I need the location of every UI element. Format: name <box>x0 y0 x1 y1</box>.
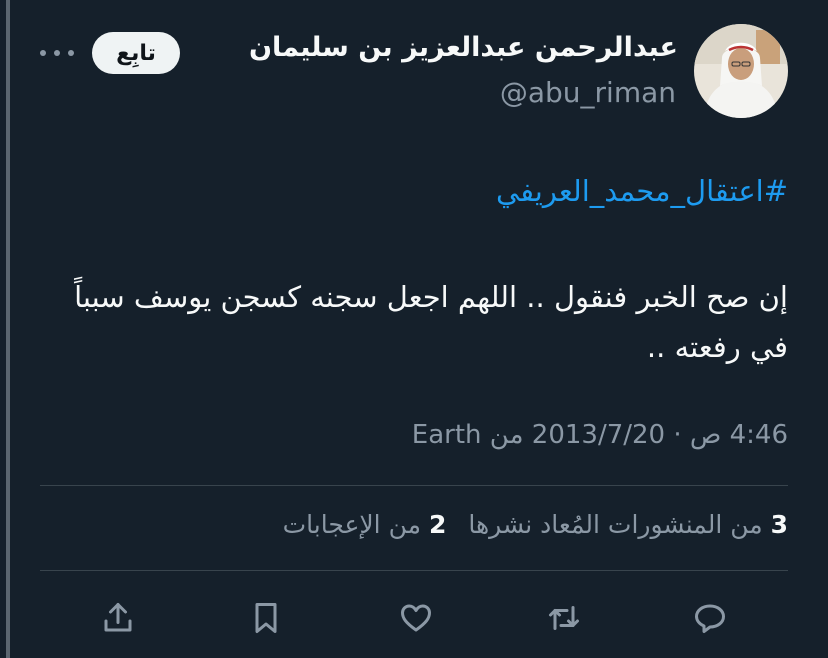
reposts-label: من المنشورات المُعاد نشرها <box>468 510 763 539</box>
heart-icon[interactable] <box>396 598 436 638</box>
likes-stat[interactable]: 2 من الإعجابات <box>283 510 447 539</box>
likes-count: 2 <box>428 510 447 539</box>
share-icon[interactable] <box>98 598 138 638</box>
hashtag-link[interactable]: #اعتقال_محمد_العريفي <box>496 174 788 208</box>
dot <box>68 50 74 56</box>
divider <box>40 570 788 571</box>
bookmark-icon[interactable] <box>246 598 286 638</box>
avatar[interactable] <box>694 24 788 118</box>
more-dots-icon[interactable] <box>40 38 74 68</box>
divider <box>40 485 788 486</box>
reposts-stat[interactable]: 3 من المنشورات المُعاد نشرها <box>468 510 788 539</box>
reply-icon[interactable] <box>690 598 730 638</box>
tweet-view: عبدالرحمن عبدالعزيز بن سليمان @abu_riman… <box>0 0 828 658</box>
profile-photo <box>694 24 788 118</box>
action-bar <box>0 592 828 642</box>
repost-icon[interactable] <box>544 598 584 638</box>
tweet-text: إن صح الخبر فنقول .. اللهم اجعل سجنه كسج… <box>74 280 788 364</box>
reposts-count: 3 <box>770 510 788 539</box>
dot <box>40 50 46 56</box>
author-display-name[interactable]: عبدالرحمن عبدالعزيز بن سليمان <box>249 32 678 63</box>
author-handle[interactable]: @abu_riman <box>500 76 676 109</box>
likes-label: من الإعجابات <box>282 510 421 539</box>
dot <box>54 50 60 56</box>
tweet-timestamp[interactable]: 4:46 ص · 2013/7/20 <box>532 420 788 450</box>
engagement-stats: 3 من المنشورات المُعاد نشرها 2 من الإعجاب… <box>283 510 788 539</box>
tweet-source: من Earth <box>411 420 524 450</box>
tweet-meta: 4:46 ص · 2013/7/20 من Earth <box>412 420 788 450</box>
follow-button[interactable]: تابِع <box>92 32 180 74</box>
thread-line <box>6 0 10 658</box>
